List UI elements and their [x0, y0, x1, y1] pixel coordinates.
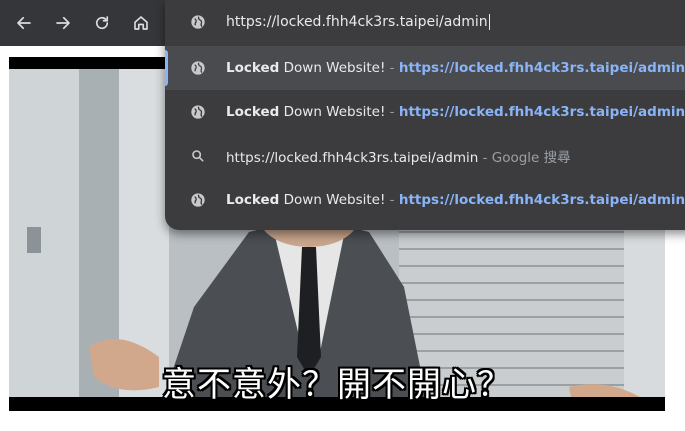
globe-icon: [189, 13, 207, 31]
home-icon: [134, 16, 148, 30]
suggestion-item[interactable]: Locked Down Website! - https://locked.fh…: [165, 90, 685, 134]
meme-caption: 意不意外？開不開心？: [162, 365, 512, 405]
suggestion-url: https://locked.fhh4ck3rs.taipei/admin/#h: [398, 104, 685, 120]
forward-button[interactable]: [47, 7, 79, 39]
suggestion-separator: -: [385, 192, 399, 208]
omnibox-input-row[interactable]: https://locked.fhh4ck3rs.taipei/admin: [165, 0, 685, 44]
back-button[interactable]: [8, 7, 40, 39]
search-query: https://locked.fhh4ck3rs.taipei/admin: [226, 150, 479, 166]
suggestion-item[interactable]: Locked Down Website! - https://locked.fh…: [165, 46, 685, 90]
suggestion-match: Locked: [226, 104, 280, 120]
arrow-right-icon: [56, 16, 70, 30]
suggestion-separator: -: [385, 104, 399, 120]
suggestion-text: https://locked.fhh4ck3rs.taipei/admin - …: [226, 146, 571, 166]
address-bar-value: https://locked.fhh4ck3rs.taipei/admin: [226, 14, 488, 30]
search-engine-label: Google 搜尋: [491, 150, 571, 166]
omnibox-dropdown: https://locked.fhh4ck3rs.taipei/admin Lo…: [165, 0, 685, 230]
selection-indicator: [165, 50, 168, 86]
suggestion-separator: -: [478, 150, 492, 166]
suggestion-title: Down Website!: [279, 192, 386, 208]
globe-icon: [189, 191, 207, 209]
suggestion-title: Down Website!: [279, 60, 386, 76]
suggestion-text: Locked Down Website! - https://locked.fh…: [226, 192, 685, 208]
text-caret: [488, 14, 490, 30]
globe-icon: [189, 59, 207, 77]
home-button[interactable]: [125, 7, 157, 39]
suggestion-text: Locked Down Website! - https://locked.fh…: [226, 104, 685, 120]
address-bar-input[interactable]: https://locked.fhh4ck3rs.taipei/admin: [226, 11, 490, 33]
reload-icon: [95, 16, 109, 30]
suggestion-title: Down Website!: [279, 104, 386, 120]
suggestion-match: Locked: [226, 60, 280, 76]
search-suggestion-item[interactable]: https://locked.fhh4ck3rs.taipei/admin - …: [165, 134, 685, 178]
arrow-left-icon: [17, 16, 31, 30]
suggestion-url: https://locked.fhh4ck3rs.taipei/admin: [398, 60, 685, 76]
globe-icon: [189, 103, 207, 121]
search-icon: [189, 147, 207, 165]
suggestion-match: Locked: [226, 192, 280, 208]
suggestion-separator: -: [385, 60, 399, 76]
suggestion-url: https://locked.fhh4ck3rs.taipei/admin%2: [398, 192, 685, 208]
suggestion-item[interactable]: Locked Down Website! - https://locked.fh…: [165, 178, 685, 222]
suggestion-text: Locked Down Website! - https://locked.fh…: [226, 60, 685, 76]
reload-button[interactable]: [86, 7, 118, 39]
